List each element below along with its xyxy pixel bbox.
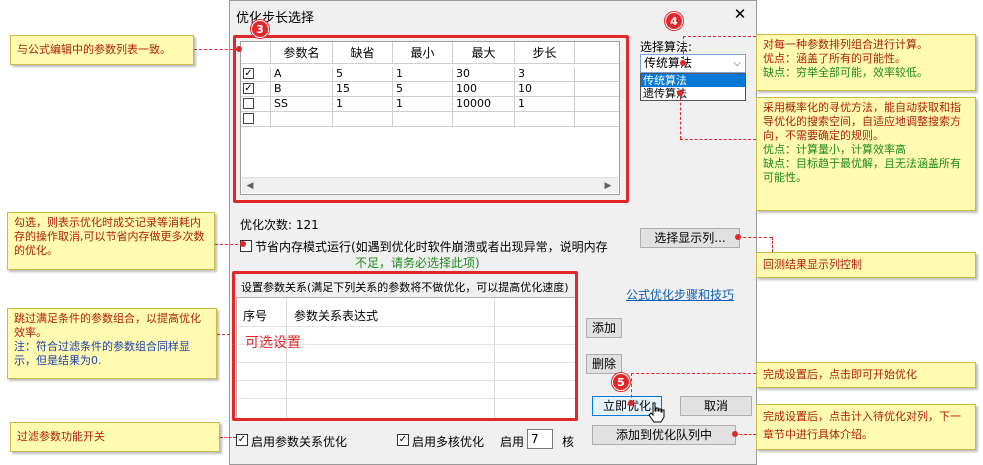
algorithm-option-genetic[interactable]: 遗传算法	[641, 87, 745, 100]
enable-multicore-label: 启用多核优化	[412, 435, 485, 449]
enable-relation-label: 启用参数关系优化	[251, 435, 348, 449]
step-badge-3: 3	[251, 20, 269, 38]
select-columns-button[interactable]: 选择显示列...	[640, 228, 740, 248]
core-count-input[interactable]: 7	[527, 429, 553, 449]
enable-multicore-checkbox[interactable]: ✓	[397, 434, 409, 446]
algorithm-select[interactable]: 传统算法 ⌵	[640, 54, 746, 73]
algorithm-label: 选择算法:	[640, 40, 693, 54]
algorithm-option-traditional[interactable]: 传统算法	[641, 74, 745, 87]
enable-relation-checkbox[interactable]: ✓	[236, 434, 248, 446]
help-link[interactable]: 公式优化步骤和技巧	[626, 286, 734, 303]
callout-memory-mode: 勾选，则表示优化时成交记录等消耗内存的操作取消,可以节省内存做更多次数的优化。	[7, 212, 215, 270]
algorithm-dropdown[interactable]: 传统算法 遗传算法	[640, 73, 746, 101]
callout-filter-switch: 过滤参数功能开关	[10, 422, 220, 452]
step-badge-4: 4	[665, 12, 683, 30]
use-label: 启用	[500, 435, 525, 449]
callout-start-optimize: 完成设置后，点击即可开始优化	[756, 362, 976, 388]
cancel-button[interactable]: 取消	[680, 396, 752, 416]
core-unit-label: 核	[562, 435, 575, 449]
callout-add-queue: 完成设置后，点击计入待优化对列，下一章节中进行具体介绍。	[756, 404, 976, 450]
add-button[interactable]: 添加	[586, 318, 622, 338]
add-to-queue-button[interactable]: 添加到优化队列中	[592, 425, 736, 445]
relation-highlight-frame	[232, 271, 578, 421]
delete-button[interactable]: 删除	[586, 354, 622, 374]
chevron-down-icon[interactable]: ⌵	[733, 55, 741, 72]
callout-relation-filter: 跳过满足条件的参数组合，以提高优化效率。 注：符合过滤条件的参数组合同样显示，但…	[7, 308, 217, 379]
callout-genetic-algo: 采用概率化的寻优方法，能自动获取和指导优化的搜索空间，自适应地调整搜索方向，不需…	[756, 97, 976, 211]
grid-highlight-frame	[233, 35, 629, 203]
memory-mode-text: 节省内存模式运行(如遇到优化时软件崩溃或者出现异常，说明内存	[255, 240, 608, 254]
callout-traditional-algo: 对每一种参数排列组合进行计算。 优点：涵盖了所有的可能性。 缺点：穷举全部可能，…	[756, 34, 976, 91]
callout-param-list: 与公式编辑中的参数列表一致。	[10, 35, 194, 65]
dialog-title: 优化步长选择	[236, 11, 315, 26]
opt-count-value: 121	[295, 218, 319, 232]
memory-mode-note: 不足，请务必选择此项)	[355, 256, 480, 270]
close-icon[interactable]: ✕	[730, 5, 750, 23]
hand-cursor-icon	[648, 402, 665, 423]
opt-count-label: 优化次数: 121	[240, 218, 319, 232]
step-badge-5: 5	[612, 373, 630, 391]
callout-result-columns: 回测结果显示列控制	[756, 252, 976, 278]
